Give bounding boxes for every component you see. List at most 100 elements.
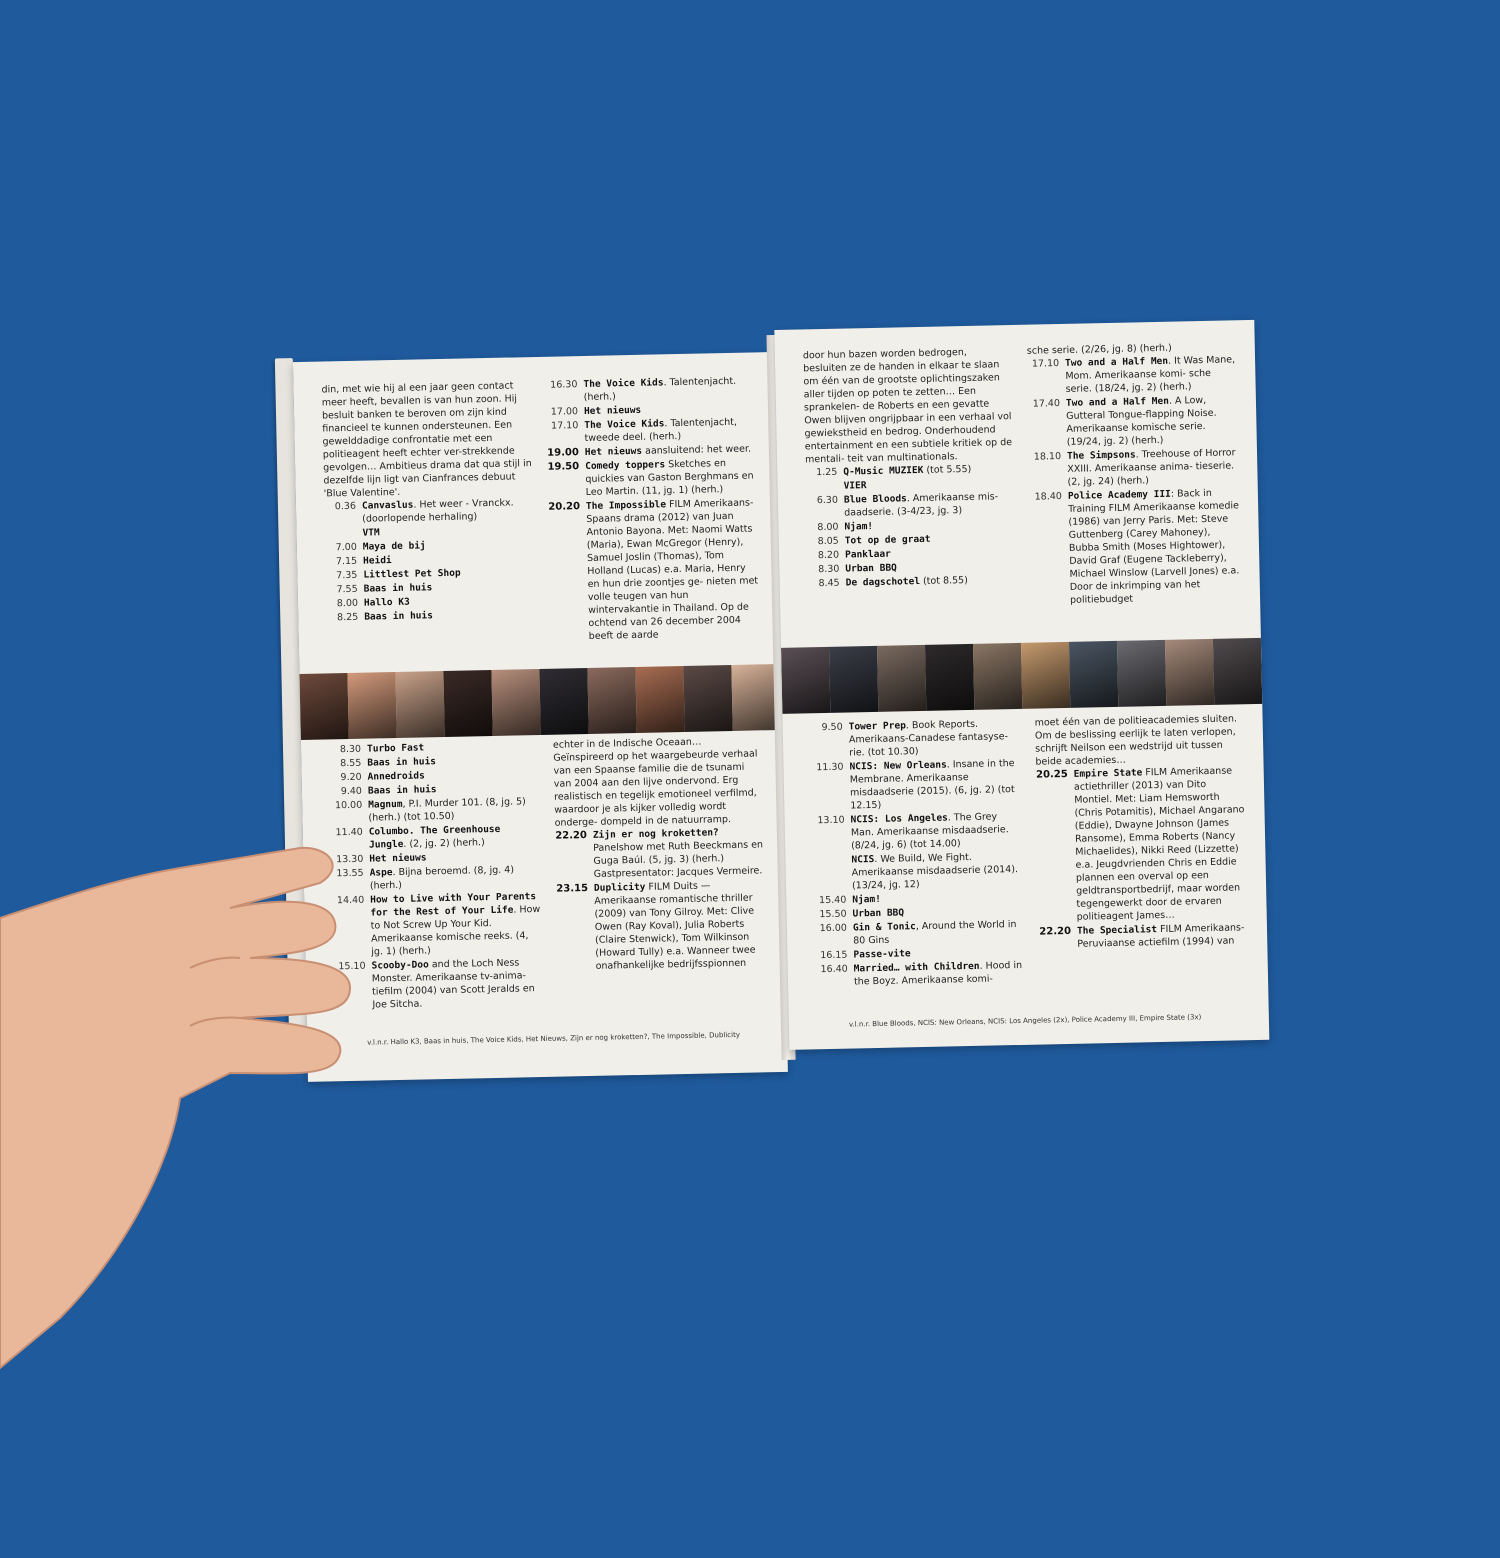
program-entry: Empire State FILM Amerikaanse actiethril… <box>1074 764 1249 924</box>
program-entry: The Voice Kids. Talentenjacht. (herh.) <box>583 374 756 404</box>
photo-thumbnail <box>299 673 349 740</box>
program-time: 8.30 <box>339 743 362 756</box>
program-title: Duplicity <box>593 881 646 894</box>
program-listing: 11.30 NCIS: New Orleans. Insane in the Me… <box>811 757 1022 813</box>
photo-thumbnail <box>781 646 831 714</box>
program-title: How to Live with Your Parents for the Re… <box>370 891 537 919</box>
photo-thumbnail <box>1068 640 1119 708</box>
program-time: 16.15 <box>820 949 848 962</box>
program-description: echter in de Indische Oceaan… Geïnspiree… <box>552 736 758 829</box>
photo-thumbnail <box>347 671 397 739</box>
program-title: Two and a Half Men <box>1065 395 1170 409</box>
program-title: Tot op de graat <box>844 533 931 547</box>
program-title: Aspe <box>369 867 393 879</box>
program-listing: 13.10 NCIS: Los Angeles. The Grey Man. Am… <box>813 810 1024 853</box>
program-time: 15.40 <box>818 894 847 907</box>
photo-thumbnail <box>539 667 589 735</box>
program-entry: The Voice Kids. Talentenjacht, tweede de… <box>584 415 757 445</box>
program-listing: 17.40 Two and a Half Men. A Low, Gutteral… <box>1028 393 1239 449</box>
program-entry: How to Live with Your Parents for the Re… <box>370 890 543 959</box>
photo-thumbnail <box>1020 641 1071 709</box>
program-description: moet één van de politieacademies sluiten… <box>1034 713 1238 768</box>
program-title: Police Academy III <box>1067 488 1171 502</box>
program-time: 8.30 <box>818 563 840 576</box>
program-entry: Police Academy III: Back in Training FIL… <box>1068 486 1242 607</box>
program-entry: Scooby-Doo and the Loch Ness Monster. Am… <box>371 956 544 1012</box>
program-title: Het nieuws <box>369 852 427 865</box>
program-details: aansluitend: het weer. <box>641 443 752 457</box>
program-entry: Aspe. Bijna beroemd. (8, jg. 4) (herh.) <box>370 863 543 893</box>
program-entry: Married… with Children. Hood in the Boyz… <box>854 959 1027 989</box>
right-col1-top: door hun bazen worden bedrogen, besluite… <box>803 345 1019 645</box>
program-entry: Columbo. The Greenhouse Jungle. (2, jg. … <box>369 822 542 852</box>
program-title: Urban BBQ <box>852 907 905 920</box>
hand-holding-booklet <box>0 846 352 1370</box>
program-entry: The Impossible FILM Amerikaans-Spaans dr… <box>586 496 761 643</box>
program-title: Baas in huis <box>367 756 437 769</box>
program-listing: 9.50 Tower Prep. Book Reports. Amerikaans… <box>811 717 1022 760</box>
program-time: 19.50 <box>547 461 580 473</box>
program-listing: 19.50 Comedy toppers Sketches en quickies… <box>547 456 758 499</box>
program-entry: Duplicity FILM Duits — Amerikaanse roman… <box>594 878 768 973</box>
program-listing: 16.40 Married… with Children. Hood in the… <box>816 959 1026 989</box>
program-time <box>324 527 362 541</box>
program-entry: Blue Bloods. Amerikaanse mis- daadserie.… <box>844 490 1017 520</box>
program-time: 15.50 <box>819 908 847 921</box>
program-time: 23.15 <box>556 883 589 895</box>
program-details: (tot 8.55) <box>919 574 968 587</box>
program-description: door hun bazen worden bedrogen, besluite… <box>802 346 1013 466</box>
program-title: NCIS: New Orleans <box>849 759 947 773</box>
program-time: 17.00 <box>550 406 579 418</box>
right-col2-top: sche serie. (2/26, jg. 8) (herh.) 17.10 T… <box>1027 340 1243 640</box>
program-listing: 6.30 Blue Bloods. Amerikaanse mis- daadse… <box>806 490 1016 520</box>
program-title: Scooby-Doo <box>371 959 429 972</box>
left-col2-bottom: echter in de Indische Oceaan… Geïnspiree… <box>553 734 769 1018</box>
program-title: NCIS: Los Angeles <box>850 812 948 826</box>
program-time: 16.30 <box>550 379 578 391</box>
program-entry: Comedy toppers Sketches en quickies van … <box>585 456 758 499</box>
program-time: 16.40 <box>820 963 848 976</box>
program-time: 8.20 <box>817 549 840 562</box>
program-title: NCIS <box>851 854 875 866</box>
program-title: Comedy toppers <box>585 459 666 472</box>
right-page: door hun bazen worden bedrogen, besluite… <box>774 319 1270 1050</box>
program-time: 6.30 <box>816 494 839 507</box>
program-time: 10.00 <box>334 799 363 812</box>
photo-thumbnail <box>924 643 975 711</box>
program-title: Het nieuws <box>583 404 642 417</box>
program-title: Zijn er nog kroketten? <box>592 827 719 841</box>
photo-thumbnail <box>1164 638 1215 706</box>
program-time: 9.20 <box>340 771 362 784</box>
program-details: FILM Amerikaanse actiethriller (2013) va… <box>1073 765 1245 923</box>
photo-thumbnail <box>443 669 493 737</box>
photo-thumbnail <box>395 670 445 738</box>
program-details: FILM Amerikaans-Spaans drama (2012) van … <box>586 497 759 642</box>
photo-thumbnail <box>829 645 879 713</box>
hand-palm <box>0 846 352 1370</box>
photo-thumbnail <box>635 665 685 733</box>
program-title: Gin & Tonic <box>852 921 916 934</box>
program-entry: Two and a Half Men. It Was Mane, Mom. Am… <box>1065 353 1238 396</box>
program-time: 18.10 <box>1033 451 1062 463</box>
program-title: Q-Music MUZIEK <box>843 464 924 478</box>
program-description: din, met wie hij al een jaar geen contac… <box>321 380 532 500</box>
program-time: 7.00 <box>335 541 357 554</box>
program-entry: The Specialist FILM Amerikaans-Peruviaan… <box>1077 921 1250 951</box>
program-title: Passe-vite <box>853 948 911 961</box>
program-title: Annedroids <box>367 770 425 783</box>
program-time: 9.50 <box>821 721 843 734</box>
program-time: 0.36 <box>334 500 357 513</box>
program-entry: Magnum, P.I. Murder 101. (8, jg. 5) (her… <box>368 795 541 825</box>
program-title: Baas in huis <box>363 582 433 595</box>
photo-thumbnail <box>1212 637 1263 705</box>
left-col2-top: 16.30 The Voice Kids. Talentenjacht. (her… <box>545 374 761 668</box>
photo-thumbnail <box>491 668 541 736</box>
program-title: Baas in huis <box>364 610 434 623</box>
program-listing: NCIS. We Build, We Fight. Amerikaanse mi… <box>813 850 1024 893</box>
program-time: 20.20 <box>548 501 581 513</box>
program-title: Maya de bij <box>362 540 426 553</box>
program-entry: NCIS: New Orleans. Insane in the Membran… <box>849 757 1022 813</box>
program-time: 19.00 <box>547 447 579 459</box>
program-title: Turbo Fast <box>366 742 425 755</box>
program-time: 9.40 <box>340 785 363 798</box>
